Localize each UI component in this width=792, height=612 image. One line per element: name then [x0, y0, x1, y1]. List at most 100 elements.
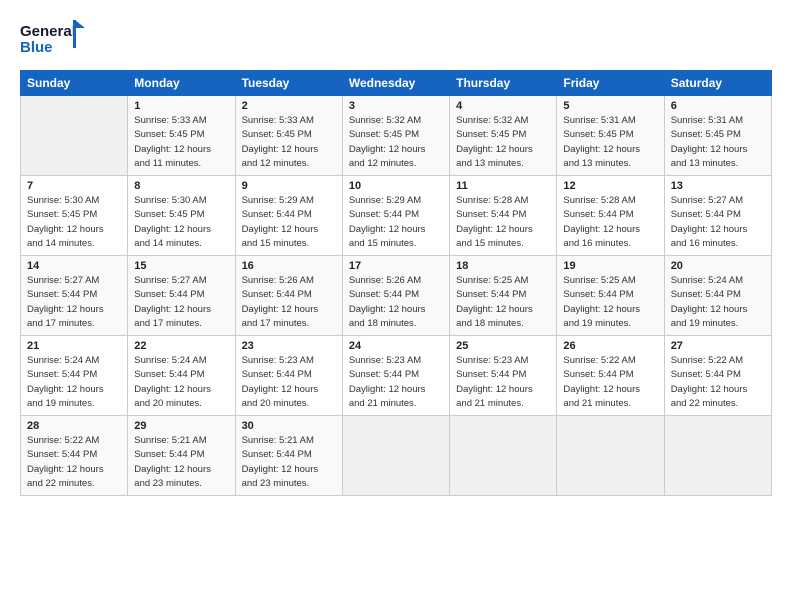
cell-info: Sunrise: 5:27 AMSunset: 5:44 PMDaylight:…	[27, 274, 121, 331]
calendar-cell: 30 Sunrise: 5:21 AMSunset: 5:44 PMDayligh…	[235, 416, 342, 496]
calendar-cell: 8Sunrise: 5:30 AMSunset: 5:45 PMDaylight…	[128, 176, 235, 256]
cell-info: Sunrise: 5:23 AMSunset: 5:44 PMDaylight:…	[242, 354, 336, 411]
calendar-row: 7Sunrise: 5:30 AMSunset: 5:45 PMDaylight…	[21, 176, 772, 256]
calendar-cell: 3Sunrise: 5:32 AMSunset: 5:45 PMDaylight…	[342, 96, 449, 176]
calendar-cell: 25 Sunrise: 5:23 AMSunset: 5:44 PMDayligh…	[450, 336, 557, 416]
calendar-cell	[21, 96, 128, 176]
cell-info: Sunrise: 5:25 AMSunset: 5:44 PMDaylight:…	[563, 274, 657, 331]
cell-info: Sunrise: 5:22 AMSunset: 5:44 PMDaylight:…	[27, 434, 121, 491]
calendar-cell: 11Sunrise: 5:28 AMSunset: 5:44 PMDayligh…	[450, 176, 557, 256]
cell-info: Sunrise: 5:32 AMSunset: 5:45 PMDaylight:…	[456, 114, 550, 171]
day-number: 24	[349, 340, 443, 352]
day-number: 4	[456, 100, 550, 112]
calendar-cell: 29 Sunrise: 5:21 AMSunset: 5:44 PMDayligh…	[128, 416, 235, 496]
svg-text:Blue: Blue	[20, 39, 53, 56]
cell-info: Sunrise: 5:22 AMSunset: 5:44 PMDaylight:…	[563, 354, 657, 411]
calendar-cell: 15Sunrise: 5:27 AMSunset: 5:44 PMDayligh…	[128, 256, 235, 336]
calendar-cell: 2Sunrise: 5:33 AMSunset: 5:45 PMDaylight…	[235, 96, 342, 176]
day-number: 27	[671, 340, 765, 352]
calendar-row: 28Sunrise: 5:22 AMSunset: 5:44 PMDayligh…	[21, 416, 772, 496]
cell-info: Sunrise: 5:33 AMSunset: 5:45 PMDaylight:…	[134, 114, 228, 171]
day-number: 21	[27, 340, 121, 352]
calendar-cell: 28Sunrise: 5:22 AMSunset: 5:44 PMDayligh…	[21, 416, 128, 496]
cell-info: Sunrise: 5:28 AMSunset: 5:44 PMDaylight:…	[563, 194, 657, 251]
calendar-cell: 10 Sunrise: 5:29 AMSunset: 5:44 PMDayligh…	[342, 176, 449, 256]
calendar-cell: 12 Sunrise: 5:28 AMSunset: 5:44 PMDayligh…	[557, 176, 664, 256]
cell-info: Sunrise: 5:23 AMSunset: 5:44 PMDaylight:…	[456, 354, 550, 411]
cell-info: Sunrise: 5:31 AMSunset: 5:45 PMDaylight:…	[563, 114, 657, 171]
calendar-cell: 21 Sunrise: 5:24 AMSunset: 5:44 PMDayligh…	[21, 336, 128, 416]
day-number: 30	[242, 420, 336, 432]
cell-info: Sunrise: 5:30 AMSunset: 5:45 PMDaylight:…	[27, 194, 121, 251]
calendar-cell: 7Sunrise: 5:30 AMSunset: 5:45 PMDaylight…	[21, 176, 128, 256]
col-header-thursday: Thursday	[450, 71, 557, 96]
calendar-cell: 24 Sunrise: 5:23 AMSunset: 5:44 PMDayligh…	[342, 336, 449, 416]
calendar-row: 21 Sunrise: 5:24 AMSunset: 5:44 PMDayligh…	[21, 336, 772, 416]
day-number: 19	[563, 260, 657, 272]
calendar-cell: 23 Sunrise: 5:23 AMSunset: 5:44 PMDayligh…	[235, 336, 342, 416]
cell-info: Sunrise: 5:24 AMSunset: 5:44 PMDaylight:…	[671, 274, 765, 331]
svg-text:General: General	[20, 23, 76, 40]
cell-info: Sunrise: 5:24 AMSunset: 5:44 PMDaylight:…	[27, 354, 121, 411]
day-number: 26	[563, 340, 657, 352]
cell-info: Sunrise: 5:26 AMSunset: 5:44 PMDaylight:…	[349, 274, 443, 331]
day-number: 22	[134, 340, 228, 352]
day-number: 2	[242, 100, 336, 112]
cell-info: Sunrise: 5:29 AMSunset: 5:44 PMDaylight:…	[349, 194, 443, 251]
calendar-row: 1 Sunrise: 5:33 AMSunset: 5:45 PMDaylight…	[21, 96, 772, 176]
calendar-cell: 4 Sunrise: 5:32 AMSunset: 5:45 PMDaylight…	[450, 96, 557, 176]
cell-info: Sunrise: 5:32 AMSunset: 5:45 PMDaylight:…	[349, 114, 443, 171]
cell-info: Sunrise: 5:30 AMSunset: 5:45 PMDaylight:…	[134, 194, 228, 251]
day-number: 29	[134, 420, 228, 432]
calendar-table: SundayMondayTuesdayWednesdayThursdayFrid…	[20, 70, 772, 496]
day-number: 9	[242, 180, 336, 192]
calendar-cell: 13 Sunrise: 5:27 AMSunset: 5:44 PMDayligh…	[664, 176, 771, 256]
day-number: 1	[134, 100, 228, 112]
cell-info: Sunrise: 5:31 AMSunset: 5:45 PMDaylight:…	[671, 114, 765, 171]
calendar-body: 1 Sunrise: 5:33 AMSunset: 5:45 PMDaylight…	[21, 96, 772, 496]
cell-info: Sunrise: 5:27 AMSunset: 5:44 PMDaylight:…	[671, 194, 765, 251]
calendar-cell: 16Sunrise: 5:26 AMSunset: 5:44 PMDayligh…	[235, 256, 342, 336]
cell-info: Sunrise: 5:23 AMSunset: 5:44 PMDaylight:…	[349, 354, 443, 411]
calendar-cell: 6 Sunrise: 5:31 AMSunset: 5:45 PMDaylight…	[664, 96, 771, 176]
col-header-saturday: Saturday	[664, 71, 771, 96]
calendar-cell: 26 Sunrise: 5:22 AMSunset: 5:44 PMDayligh…	[557, 336, 664, 416]
day-number: 18	[456, 260, 550, 272]
day-number: 17	[349, 260, 443, 272]
calendar-cell	[557, 416, 664, 496]
day-number: 13	[671, 180, 765, 192]
day-number: 15	[134, 260, 228, 272]
calendar-cell: 9Sunrise: 5:29 AMSunset: 5:44 PMDaylight…	[235, 176, 342, 256]
logo: GeneralBlue	[20, 18, 88, 62]
header-row: SundayMondayTuesdayWednesdayThursdayFrid…	[21, 71, 772, 96]
calendar-cell: 19 Sunrise: 5:25 AMSunset: 5:44 PMDayligh…	[557, 256, 664, 336]
day-number: 23	[242, 340, 336, 352]
page-header: GeneralBlue	[20, 18, 772, 62]
col-header-friday: Friday	[557, 71, 664, 96]
logo-svg: GeneralBlue	[20, 18, 88, 62]
col-header-sunday: Sunday	[21, 71, 128, 96]
calendar-cell: 5 Sunrise: 5:31 AMSunset: 5:45 PMDaylight…	[557, 96, 664, 176]
day-number: 11	[456, 180, 550, 192]
calendar-cell: 14Sunrise: 5:27 AMSunset: 5:44 PMDayligh…	[21, 256, 128, 336]
calendar-cell	[342, 416, 449, 496]
day-number: 6	[671, 100, 765, 112]
col-header-monday: Monday	[128, 71, 235, 96]
cell-info: Sunrise: 5:22 AMSunset: 5:44 PMDaylight:…	[671, 354, 765, 411]
calendar-header: SundayMondayTuesdayWednesdayThursdayFrid…	[21, 71, 772, 96]
day-number: 5	[563, 100, 657, 112]
cell-info: Sunrise: 5:21 AMSunset: 5:44 PMDaylight:…	[242, 434, 336, 491]
calendar-cell	[450, 416, 557, 496]
calendar-cell: 1 Sunrise: 5:33 AMSunset: 5:45 PMDaylight…	[128, 96, 235, 176]
calendar-cell: 27 Sunrise: 5:22 AMSunset: 5:44 PMDayligh…	[664, 336, 771, 416]
day-number: 12	[563, 180, 657, 192]
cell-info: Sunrise: 5:25 AMSunset: 5:44 PMDaylight:…	[456, 274, 550, 331]
day-number: 10	[349, 180, 443, 192]
cell-info: Sunrise: 5:24 AMSunset: 5:44 PMDaylight:…	[134, 354, 228, 411]
calendar-cell	[664, 416, 771, 496]
calendar-row: 14Sunrise: 5:27 AMSunset: 5:44 PMDayligh…	[21, 256, 772, 336]
cell-info: Sunrise: 5:26 AMSunset: 5:44 PMDaylight:…	[242, 274, 336, 331]
day-number: 25	[456, 340, 550, 352]
col-header-wednesday: Wednesday	[342, 71, 449, 96]
cell-info: Sunrise: 5:21 AMSunset: 5:44 PMDaylight:…	[134, 434, 228, 491]
